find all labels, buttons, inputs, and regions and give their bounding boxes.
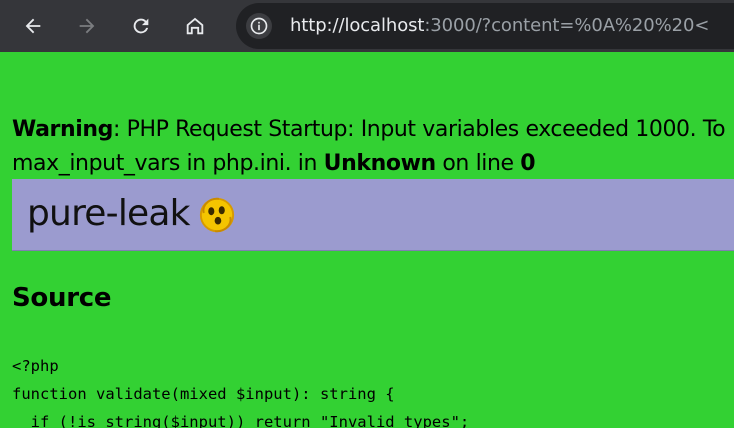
- forward-button[interactable]: [70, 9, 104, 43]
- url-text[interactable]: http://localhost:3000/?content=%0A%20%20…: [290, 15, 709, 36]
- warning-text: : PHP Request Startup: Input variables e…: [113, 117, 726, 142]
- title-banner: pure-leak: [12, 179, 734, 251]
- url-rest: :3000/?content=%0A%20%20<: [424, 15, 710, 36]
- source-heading: Source: [12, 283, 112, 313]
- code-line: if (!is_string($input)) return "Invalid …: [12, 413, 470, 428]
- home-icon: [186, 17, 204, 35]
- source-code: <?php function validate(mixed $input): st…: [12, 352, 469, 428]
- warning-line-2: max_input_vars in php.ini. in Unknown on…: [12, 147, 734, 181]
- info-icon[interactable]: [246, 13, 272, 39]
- back-button[interactable]: [16, 9, 50, 43]
- warning-location: Unknown: [323, 151, 437, 176]
- warning-line-1: Warning: PHP Request Startup: Input vari…: [12, 113, 734, 147]
- code-line: function validate(mixed $input): string …: [12, 385, 395, 403]
- warning-text-2: max_input_vars in php.ini. in: [12, 151, 324, 176]
- address-bar[interactable]: http://localhost:3000/?content=%0A%20%20…: [236, 3, 734, 49]
- warning-line-number: 0: [520, 151, 536, 176]
- php-warning: Warning: PHP Request Startup: Input vari…: [12, 113, 734, 181]
- browser-toolbar: http://localhost:3000/?content=%0A%20%20…: [0, 0, 734, 52]
- url-host: http://localhost: [290, 15, 425, 36]
- warning-text-3: on line: [435, 151, 521, 176]
- arrow-left-icon: [25, 18, 41, 34]
- page-title: pure-leak: [27, 193, 190, 234]
- reload-icon: [133, 18, 149, 34]
- arrow-right-icon: [79, 18, 95, 34]
- reload-button[interactable]: [124, 9, 158, 43]
- dizzy-face-emoji-icon: [199, 197, 235, 233]
- code-line: <?php: [12, 357, 59, 375]
- warning-label: Warning: [12, 117, 113, 142]
- home-button[interactable]: [178, 9, 212, 43]
